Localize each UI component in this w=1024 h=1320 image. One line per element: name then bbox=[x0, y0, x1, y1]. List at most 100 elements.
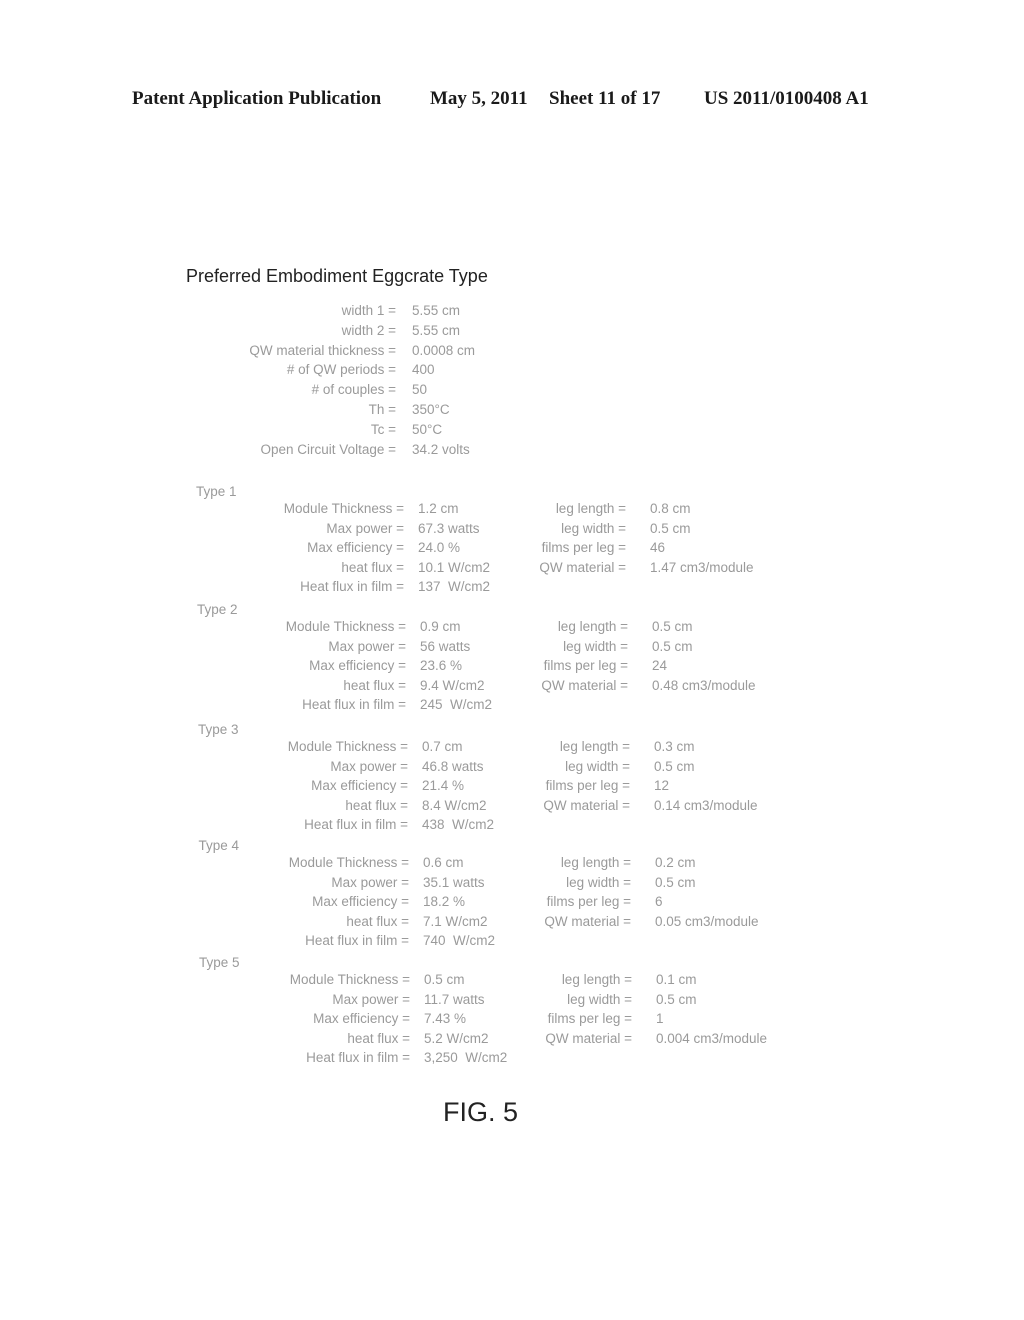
parameter-value: 350°C bbox=[412, 402, 450, 417]
parameter-value: 400 bbox=[412, 362, 435, 378]
leg-metric-value: 0.5 cm bbox=[656, 991, 697, 1007]
metric-value: 56 watts bbox=[420, 638, 471, 654]
metric-label: heat flux = bbox=[347, 1030, 410, 1046]
leg-metric-label: leg length = bbox=[561, 972, 632, 987]
leg-metric-label: films per leg = bbox=[541, 540, 626, 556]
metric-label: Max efficiency = bbox=[307, 540, 404, 556]
leg-metric-value: 6 bbox=[655, 894, 663, 910]
metric-label: heat flux = bbox=[341, 559, 404, 575]
leg-metric-value: 0.5 cm bbox=[652, 638, 693, 654]
leg-metric-label: leg width = bbox=[567, 991, 632, 1007]
metric-label: Max power = bbox=[332, 991, 410, 1007]
parameter-label: width 1 = bbox=[341, 303, 396, 318]
leg-metric-label: QW material = bbox=[544, 913, 631, 929]
leg-metric-label: QW material = bbox=[545, 1030, 632, 1046]
metric-value: 1.2 cm bbox=[418, 501, 459, 516]
metric-label: heat flux = bbox=[343, 677, 406, 693]
metric-value: 18.2 % bbox=[423, 894, 466, 910]
type-heading: Type 1 bbox=[196, 484, 237, 499]
metric-label: heat flux = bbox=[346, 913, 409, 929]
metric-label: Max efficiency = bbox=[312, 894, 409, 910]
metric-label: Heat flux in film = bbox=[302, 697, 406, 713]
leg-metric-value: 0.5 cm bbox=[655, 874, 696, 890]
parameter-label: Open Circuit Voltage = bbox=[260, 441, 396, 457]
metric-value: 0.6 cm bbox=[423, 855, 464, 870]
metric-value: 9.4 W/cm2 bbox=[420, 677, 485, 693]
patent-number: US 2011/0100408 A1 bbox=[704, 88, 869, 109]
leg-metric-label: leg width = bbox=[565, 758, 630, 774]
leg-metric-value: 0.8 cm bbox=[650, 501, 691, 516]
leg-metric-label: leg length = bbox=[555, 501, 626, 516]
type-heading: Type 3 bbox=[198, 722, 239, 737]
type-heading: Type 4 bbox=[198, 838, 240, 853]
metric-label: Module Thickness = bbox=[289, 972, 410, 987]
figure-title: Preferred Embodiment Eggcrate Type bbox=[186, 266, 488, 286]
metric-label: Max power = bbox=[331, 874, 409, 890]
type-heading: Type 5 bbox=[199, 955, 240, 970]
leg-metric-label: films per leg = bbox=[546, 894, 631, 910]
leg-metric-label: leg length = bbox=[559, 739, 630, 754]
metric-value: 8.4 W/cm2 bbox=[422, 797, 487, 813]
leg-metric-value: 0.5 cm bbox=[654, 758, 695, 774]
metric-label: Heat flux in film = bbox=[306, 1050, 410, 1066]
metric-value: 10.1 W/cm2 bbox=[418, 559, 491, 575]
parameter-value: 50 bbox=[412, 382, 428, 398]
leg-metric-value: 0.1 cm bbox=[656, 972, 697, 987]
metric-value: 21.4 % bbox=[422, 778, 465, 794]
metric-value: 245 W/cm2 bbox=[420, 697, 493, 713]
parameter-value: 0.0008 cm bbox=[412, 342, 476, 358]
metric-value: 7.43 % bbox=[424, 1011, 467, 1027]
leg-metric-value: 1.47 cm3/module bbox=[650, 559, 754, 575]
metric-label: Module Thickness = bbox=[283, 501, 404, 516]
leg-metric-label: QW material = bbox=[539, 559, 626, 575]
leg-metric-value: 46 bbox=[650, 540, 666, 556]
parameter-value: 50°C bbox=[412, 421, 443, 437]
metric-value: 35.1 watts bbox=[423, 874, 485, 890]
leg-metric-label: leg width = bbox=[566, 874, 631, 890]
metric-label: Heat flux in film = bbox=[305, 933, 409, 949]
leg-metric-value: 0.5 cm bbox=[650, 520, 691, 536]
leg-metric-value: 0.3 cm bbox=[654, 739, 695, 754]
metric-value: 3,250 W/cm2 bbox=[424, 1050, 508, 1066]
metric-label: Max efficiency = bbox=[313, 1011, 410, 1027]
publication-date: May 5, 2011 bbox=[430, 88, 528, 109]
leg-metric-value: 0.14 cm3/module bbox=[654, 797, 758, 813]
leg-metric-value: 0.2 cm bbox=[655, 855, 696, 870]
figure-label: FIG. 5 bbox=[443, 1097, 519, 1127]
publication-label: Patent Application Publication bbox=[132, 88, 382, 109]
parameter-label: QW material thickness = bbox=[249, 342, 396, 358]
leg-metric-value: 24 bbox=[652, 658, 668, 674]
leg-metric-label: films per leg = bbox=[545, 778, 630, 794]
leg-metric-value: 0.5 cm bbox=[652, 619, 693, 634]
leg-metric-label: leg length = bbox=[560, 855, 631, 870]
parameter-label: # of QW periods = bbox=[286, 362, 396, 378]
metric-value: 0.5 cm bbox=[424, 972, 465, 987]
parameter-value: 34.2 volts bbox=[412, 441, 470, 457]
metric-label: Module Thickness = bbox=[285, 619, 406, 634]
sheet-number: Sheet 11 of 17 bbox=[549, 88, 661, 109]
metric-label: Max power = bbox=[330, 758, 408, 774]
metric-value: 0.9 cm bbox=[420, 619, 461, 634]
metric-label: Heat flux in film = bbox=[304, 817, 408, 833]
metric-value: 24.0 % bbox=[418, 540, 461, 556]
metric-value: 740 W/cm2 bbox=[423, 933, 496, 949]
metric-label: Module Thickness = bbox=[288, 855, 409, 870]
metric-value: 7.1 W/cm2 bbox=[423, 913, 488, 929]
leg-metric-label: QW material = bbox=[541, 677, 628, 693]
parameter-value: 5.55 cm bbox=[412, 303, 461, 318]
metric-value: 67.3 watts bbox=[418, 520, 480, 536]
leg-metric-label: films per leg = bbox=[543, 658, 628, 674]
metric-label: Max efficiency = bbox=[309, 658, 406, 674]
leg-metric-label: leg width = bbox=[561, 520, 626, 536]
parameter-label: Th = bbox=[368, 402, 396, 417]
leg-metric-label: QW material = bbox=[543, 797, 630, 813]
parameter-label: # of couples = bbox=[311, 382, 396, 398]
leg-metric-value: 0.004 cm3/module bbox=[656, 1030, 768, 1046]
metric-value: 438 W/cm2 bbox=[422, 817, 495, 833]
leg-metric-value: 0.48 cm3/module bbox=[652, 677, 756, 693]
metric-value: 46.8 watts bbox=[422, 758, 484, 774]
metric-label: heat flux = bbox=[345, 797, 408, 813]
metric-value: 137 W/cm2 bbox=[418, 579, 491, 595]
parameter-value: 5.55 cm bbox=[412, 322, 461, 338]
metric-label: Module Thickness = bbox=[287, 739, 408, 754]
